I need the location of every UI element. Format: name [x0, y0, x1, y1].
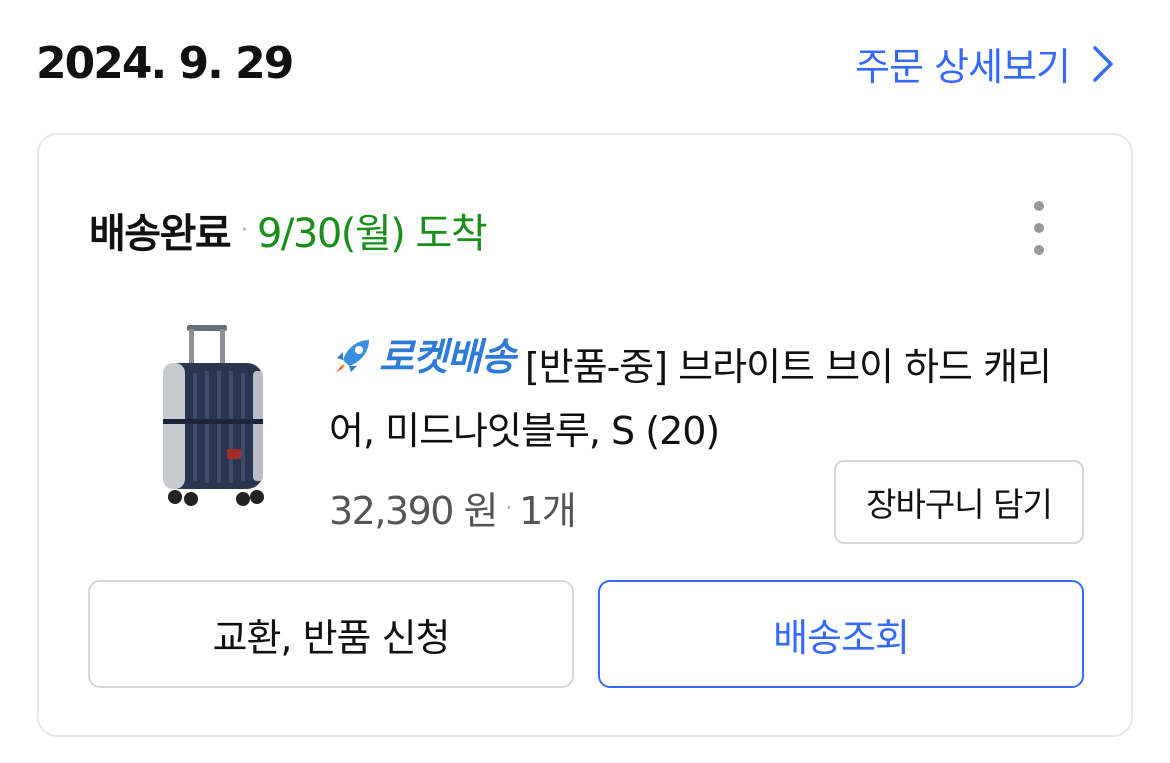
exchange-return-button[interactable]: 교환, 반품 신청 [88, 580, 574, 688]
product-title[interactable]: 로켓배송 [반품-중] 브라이트 브이 하드 캐리어, 미드나잇블루, S (2… [329, 325, 1089, 463]
kebab-menu-icon[interactable] [1027, 201, 1051, 255]
separator-dot: · [240, 215, 248, 245]
product-price: 32,390 원 [329, 489, 499, 533]
order-detail-link[interactable]: 주문 상세보기 [855, 36, 1114, 91]
product-quantity: 1개 [519, 489, 577, 533]
price-row: 32,390 원 · 1개 [329, 480, 577, 535]
product-info: 로켓배송 [반품-중] 브라이트 브이 하드 캐리어, 미드나잇블루, S (2… [329, 325, 1089, 463]
rocket-delivery-label: 로켓배송 [379, 335, 516, 379]
track-delivery-button[interactable]: 배송조회 [598, 580, 1084, 688]
arrival-date: 9/30(월) 도착 [256, 211, 488, 257]
order-card: 배송완료 · 9/30(월) 도착 로켓배송 [반품-중] 브라이트 브이 하드… [37, 133, 1133, 737]
order-date: 2024. 9. 29 [36, 38, 294, 89]
separator-dot: · [505, 493, 513, 522]
delivery-status: 배송완료 [89, 211, 232, 257]
rocket-icon [335, 340, 369, 374]
chevron-right-icon [1093, 45, 1113, 82]
product-thumbnail[interactable] [129, 321, 289, 511]
order-detail-link-label: 주문 상세보기 [855, 45, 1071, 89]
order-header: 2024. 9. 29 주문 상세보기 [0, 0, 1170, 130]
delivery-status-row: 배송완료 · 9/30(월) 도착 [89, 201, 488, 259]
add-to-cart-button[interactable]: 장바구니 담기 [834, 460, 1084, 544]
rocket-delivery-badge: 로켓배송 [329, 325, 516, 389]
